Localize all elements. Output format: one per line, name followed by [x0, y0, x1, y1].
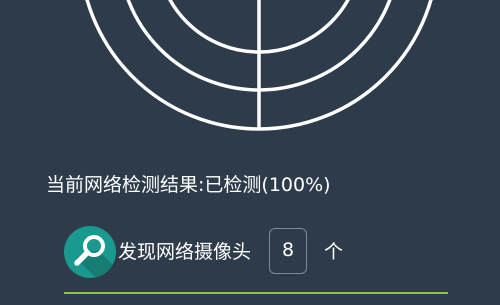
scan-progress-bar: [64, 292, 448, 294]
camera-count-field[interactable]: 8: [269, 228, 307, 274]
scan-status: 当前网络检测结果:已检测(100%): [46, 172, 331, 198]
found-cameras-row: 发现网络摄像头 8 个: [64, 226, 464, 278]
magnifier-icon: [64, 226, 116, 278]
scan-status-label: 当前网络检测结果:: [46, 174, 205, 196]
count-unit-label: 个: [324, 241, 344, 263]
found-cameras-label: 发现网络摄像头: [118, 241, 252, 263]
scan-status-value: 已检测(100%): [204, 174, 331, 196]
radar-graphic: [85, 0, 433, 131]
